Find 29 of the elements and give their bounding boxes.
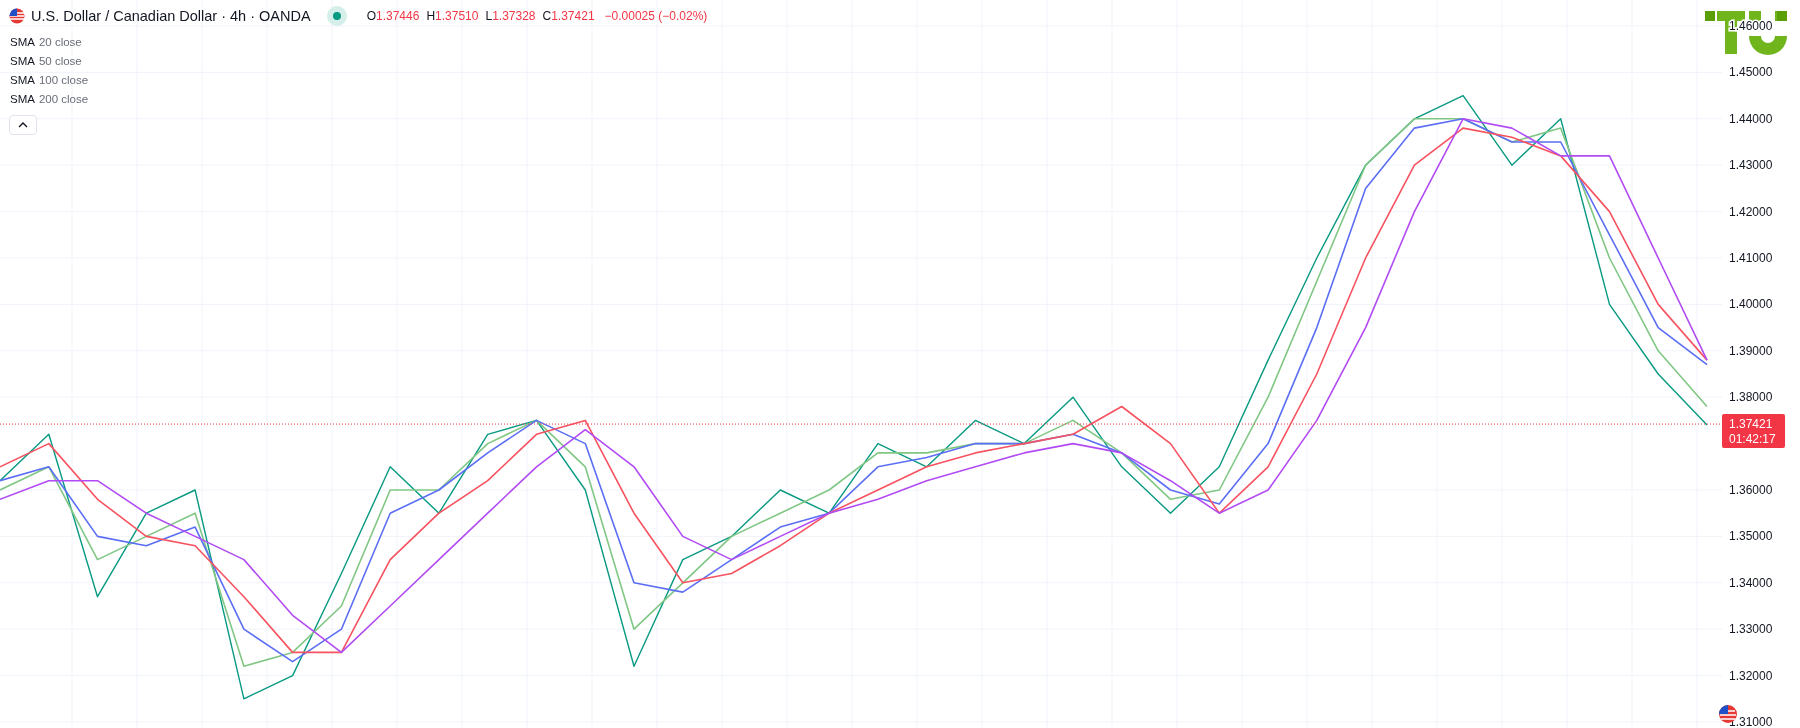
- price-axis-label: 1.40000: [1729, 297, 1773, 312]
- collapse-button[interactable]: [9, 115, 37, 135]
- flag-icon: [9, 8, 25, 24]
- indicator-label[interactable]: SMA 200 close: [0, 89, 708, 108]
- caret-icon: [18, 122, 28, 128]
- indicator-label[interactable]: SMA 50 close: [0, 51, 708, 70]
- indicator-label[interactable]: SMA 100 close: [0, 70, 708, 89]
- ohlc-value: C1.37421: [542, 9, 595, 23]
- last-price: 1.37421: [1729, 417, 1773, 432]
- price-axis-label: 1.36000: [1729, 482, 1773, 497]
- price-axis-label: 1.33000: [1729, 622, 1773, 637]
- price-axis-label: 1.42000: [1729, 204, 1773, 219]
- price-axis-label: 1.39000: [1729, 343, 1773, 358]
- countdown-timer: 01:42:17: [1729, 432, 1776, 447]
- ohlc-value: O1.37446: [366, 9, 420, 23]
- price-axis-label: 1.32000: [1729, 668, 1773, 683]
- price-axis-label: 1.44000: [1729, 111, 1773, 126]
- price-axis-label: 1.41000: [1729, 251, 1773, 265]
- symbol-title: U.S. Dollar / Canadian Dollar · 4h · OANDA: [31, 8, 311, 24]
- indicator-label[interactable]: SMA 20 close: [0, 32, 708, 51]
- ohlc-value: L1.37328: [485, 9, 536, 23]
- price-axis-label: 1.35000: [1729, 529, 1773, 544]
- price-change: −0.00025 (−0.02%): [604, 9, 708, 23]
- price-axis-label: 1.43000: [1729, 158, 1773, 173]
- price-axis-label: 1.38000: [1729, 390, 1773, 405]
- price-badge: [1722, 414, 1785, 449]
- price-axis-label: 1.34000: [1729, 575, 1773, 590]
- price-axis-label: 1.45000: [1729, 65, 1773, 80]
- ohlc-value: H1.37510: [426, 9, 479, 23]
